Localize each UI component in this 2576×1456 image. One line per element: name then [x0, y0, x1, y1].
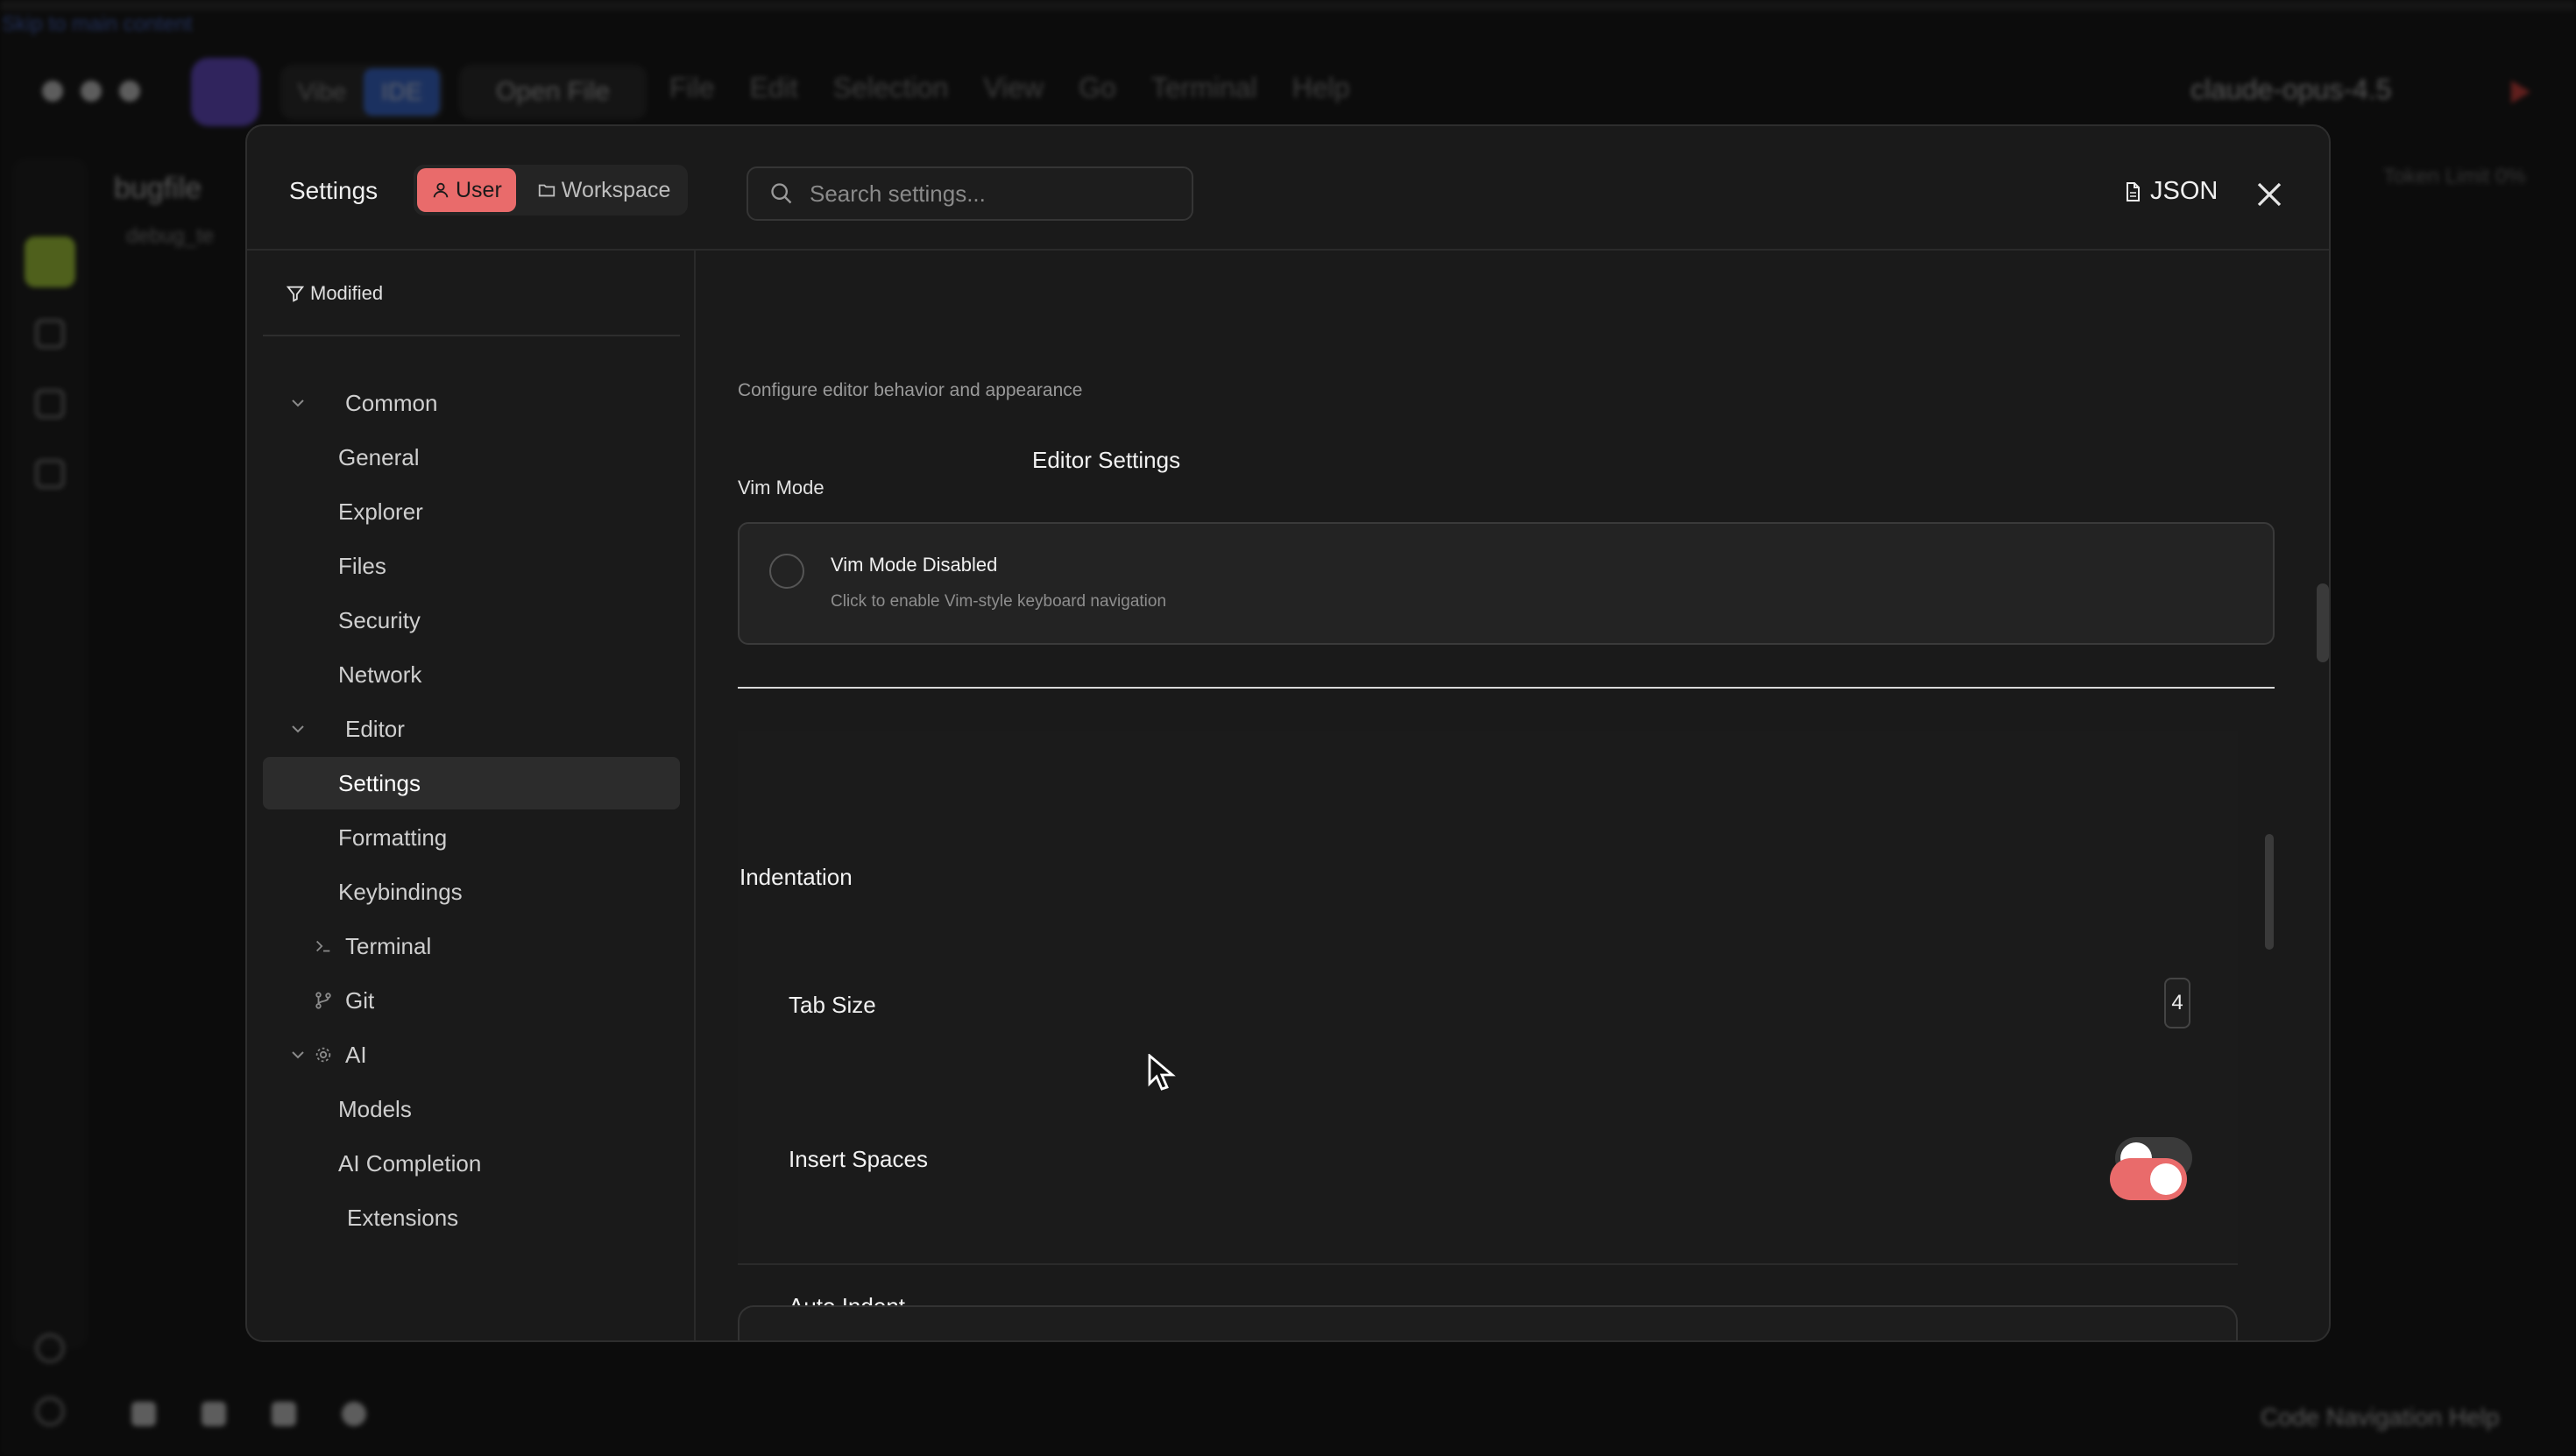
search-icon — [771, 183, 792, 204]
content-scrollbar[interactable] — [2317, 583, 2329, 662]
sidebar-item-label: Git — [345, 986, 375, 1014]
folder-icon — [538, 184, 555, 197]
settings-modal: Settings User Workspace Search settings.… — [245, 124, 2331, 1342]
sidebar-item-label: Files — [338, 552, 386, 579]
sidebar-item-terminal[interactable]: Terminal — [263, 920, 680, 972]
section-description: Configure editor behavior and appearance — [738, 380, 1083, 400]
auto-indent-toggle[interactable] — [2110, 1158, 2187, 1200]
terminal-icon — [316, 940, 330, 952]
sidebar-item-ai[interactable]: AI — [263, 1028, 680, 1081]
indentation-panel: Indentation Tab Size Insert Spaces Auto … — [738, 731, 2238, 1319]
sidebar-item-files[interactable]: Files — [263, 540, 680, 592]
sidebar-item-label: AI Completion — [338, 1149, 482, 1177]
settings-search-input[interactable] — [810, 180, 1178, 208]
chevron-down-icon — [292, 725, 304, 733]
sidebar-item-label: General — [338, 443, 420, 470]
next-settings-card — [738, 1305, 2238, 1340]
vim-mode-radio[interactable] — [769, 554, 804, 589]
sidebar-item-label: AI — [345, 1041, 367, 1068]
sidebar-item-label: Models — [338, 1095, 412, 1122]
sidebar-item-common[interactable]: Common — [263, 377, 680, 429]
tab-size-input[interactable] — [2164, 978, 2190, 1028]
sidebar-item-network[interactable]: Network — [263, 648, 680, 701]
workspace-scope-tab[interactable]: Workspace — [523, 168, 685, 212]
user-scope-tab[interactable]: User — [417, 168, 516, 212]
scope-tabs: User Workspace — [414, 165, 689, 216]
json-label: JSON — [2150, 177, 2219, 205]
user-icon — [433, 182, 449, 198]
vim-mode-card[interactable]: Vim Mode Disabled Click to enable Vim-st… — [738, 522, 2275, 645]
settings-header: Settings User Workspace Search settings.… — [247, 126, 2329, 251]
sidebar-item-label: Settings — [338, 769, 421, 796]
file-icon — [2127, 181, 2140, 201]
sidebar-item-ai-completion[interactable]: AI Completion — [263, 1137, 680, 1190]
vim-mode-title: Vim Mode Disabled — [831, 554, 998, 576]
sidebar-item-formatting[interactable]: Formatting — [263, 811, 680, 864]
modified-filter-button[interactable]: Modified — [286, 282, 383, 305]
sidebar-item-settings[interactable]: Settings — [263, 757, 680, 809]
settings-search-box[interactable] — [747, 166, 1193, 221]
vim-mode-description: Click to enable Vim-style keyboard navig… — [831, 592, 1167, 611]
panel-scrollbar[interactable] — [2265, 834, 2274, 950]
sidebar-item-label: Network — [338, 661, 422, 688]
sidebar-item-label: Editor — [345, 715, 405, 742]
sidebar-item-explorer[interactable]: Explorer — [263, 485, 680, 538]
section-divider — [738, 687, 2275, 689]
sidebar-item-label: Security — [338, 606, 421, 633]
open-json-button[interactable]: JSON — [2122, 177, 2218, 206]
tab-size-label: Tab Size — [789, 992, 876, 1018]
mouse-cursor-icon — [1148, 1054, 1176, 1091]
sidebar-divider — [263, 335, 680, 336]
insert-spaces-label: Insert Spaces — [789, 1146, 928, 1172]
indentation-title: Indentation — [740, 864, 853, 890]
git-branch-icon — [315, 992, 331, 1009]
gear-icon — [315, 1047, 331, 1063]
sidebar-item-editor[interactable]: Editor — [263, 703, 680, 755]
workspace-scope-label: Workspace — [561, 177, 671, 202]
sidebar-item-label: Common — [345, 389, 438, 416]
sidebar-item-models[interactable]: Models — [263, 1083, 680, 1135]
filter-icon — [286, 286, 305, 302]
sidebar-item-security[interactable]: Security — [263, 594, 680, 647]
chevron-down-icon — [292, 399, 304, 407]
sidebar-item-label: Extensions — [347, 1204, 459, 1231]
sidebar-item-general[interactable]: General — [263, 431, 680, 484]
sidebar-item-keybindings[interactable]: Keybindings — [263, 866, 680, 918]
close-icon[interactable] — [2254, 179, 2285, 210]
chevron-down-icon — [292, 1051, 304, 1059]
user-scope-label: User — [456, 177, 502, 202]
sidebar-item-extensions[interactable]: Extensions — [263, 1191, 680, 1244]
vim-mode-label: Vim Mode — [738, 477, 824, 498]
settings-title: Settings — [289, 177, 379, 204]
sidebar-item-label: Terminal — [345, 932, 432, 959]
sidebar-item-label: Formatting — [338, 823, 448, 851]
sidebar-item-label: Explorer — [338, 498, 423, 525]
toggle-knob — [2150, 1163, 2182, 1195]
modified-label: Modified — [310, 282, 384, 304]
sidebar-item-label: Keybindings — [338, 878, 463, 905]
section-title: Editor Settings — [1032, 447, 1181, 473]
sidebar-item-git[interactable]: Git — [263, 974, 680, 1027]
